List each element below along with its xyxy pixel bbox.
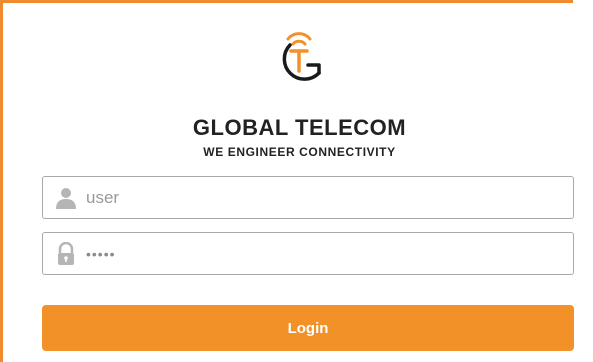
password-field[interactable] <box>42 232 574 275</box>
username-input[interactable] <box>86 177 556 218</box>
brand-name: GLOBAL TELECOM <box>192 115 407 140</box>
global-telecom-logo-icon <box>282 32 321 81</box>
padlock-icon <box>58 242 74 265</box>
login-button[interactable]: Login <box>42 305 574 351</box>
brand-tagline: WE ENGINEER CONNECTIVITY <box>203 145 396 159</box>
login-panel: GLOBAL TELECOM WE ENGINEER CONNECTIVITY … <box>0 0 593 362</box>
user-icon <box>56 188 76 209</box>
password-input[interactable] <box>86 233 556 274</box>
username-field[interactable] <box>42 176 574 219</box>
frame-gap <box>573 0 593 3</box>
